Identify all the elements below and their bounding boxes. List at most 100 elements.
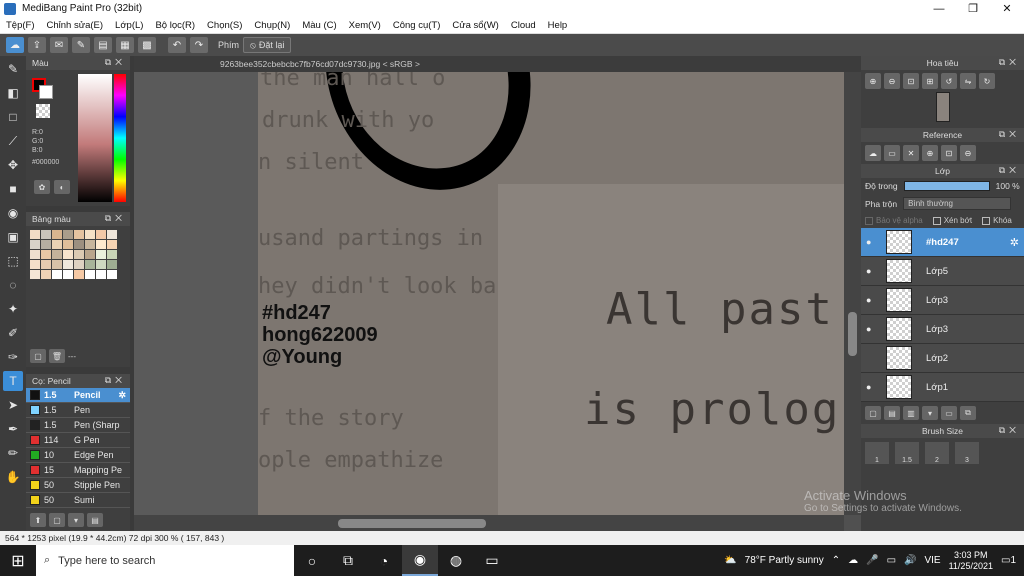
layer-row[interactable]: ● #hd247 ✲ [861,228,1024,257]
color-swatch[interactable] [107,240,117,249]
transparent-color[interactable] [36,104,50,118]
eyedropper-tool-icon[interactable]: ✒ [3,419,23,439]
layer-row[interactable]: ● Lớp3 [861,315,1024,344]
new-layer-icon[interactable]: ▢ [865,406,881,420]
brush-menu-icon[interactable]: ▾ [68,513,84,527]
bucket-tool-icon[interactable]: ◉ [3,203,23,223]
panel-controls[interactable]: ⧉✕ [999,57,1020,68]
magic-wand-tool-icon[interactable]: ✦ [3,299,23,319]
panel-controls[interactable]: ⧉✕ [999,425,1020,436]
color-swatch[interactable] [41,230,51,239]
menu-cloud[interactable]: Cloud [505,20,542,31]
color-picker-icon[interactable]: ◐ [54,180,70,194]
color-swatch[interactable] [74,260,84,269]
move-tool-icon[interactable]: ✥ [3,155,23,175]
hue-slider[interactable] [114,74,126,202]
color-swatch[interactable] [74,250,84,259]
taskbar-search[interactable]: ⌕ Type here to search [36,545,294,576]
edge-browser-icon[interactable]: ◔ [366,545,402,576]
lasso-tool-icon[interactable]: ◌ [3,275,23,295]
visibility-icon[interactable]: ● [866,382,876,392]
operation-tool-icon[interactable]: ➤ [3,395,23,415]
select-rect-tool-icon[interactable]: ⬚ [3,251,23,271]
color-swatch[interactable] [85,230,95,239]
clipping-checkbox[interactable]: Xén bớt [932,216,972,225]
redo-icon[interactable]: ↷ [190,37,208,53]
color-swatch[interactable] [107,270,117,279]
color-swatch[interactable] [85,250,95,259]
blend-mode-select[interactable]: Bình thường [903,197,1012,210]
brush-tool-icon[interactable]: ✎ [3,59,23,79]
panel-controls[interactable]: ⧉✕ [105,57,126,68]
network-icon[interactable]: ▭ [887,555,896,566]
brush-item[interactable]: 114 G Pen [26,433,130,448]
language-indicator[interactable]: VIE [924,555,940,566]
visibility-icon[interactable]: ● [866,324,876,334]
layer-row[interactable]: Lớp2 [861,344,1024,373]
fit-icon[interactable]: ⊡ [903,73,919,89]
protect-alpha-checkbox[interactable]: Bảo vệ alpha [865,216,923,225]
brush-settings-icon[interactable]: ▤ [87,513,103,527]
hand-tool-icon[interactable]: ✋ [3,467,23,487]
layer-row[interactable]: ● Lớp3 [861,286,1024,315]
color-swatch[interactable] [30,230,40,239]
duplicate-layer-icon[interactable]: ⧉ [960,406,976,420]
brush-size-preset[interactable]: 1.5 [895,442,919,464]
color-swatch[interactable] [30,270,40,279]
color-swatch[interactable] [96,240,106,249]
color-swatch[interactable] [41,240,51,249]
new-halftone-layer-icon[interactable]: ▤ [884,406,900,420]
color-swatch[interactable] [74,270,84,279]
pen-tool-icon[interactable]: ✏ [3,443,23,463]
maximize-button[interactable]: ❐ [956,0,990,17]
new-1bit-layer-icon[interactable]: ▥ [903,406,919,420]
weather-icon[interactable]: ⛅ [724,555,736,566]
menu-window[interactable]: Cửa sổ(W) [446,20,504,31]
rotate-left-icon[interactable]: ↺ [941,73,957,89]
ref-fit-icon[interactable]: ⊡ [941,145,957,161]
navigator-thumbnail[interactable] [935,92,950,122]
canvas-viewport[interactable]: the man hall o drunk with yo n silent us… [134,72,844,515]
panel-controls[interactable]: ⧉✕ [105,375,126,386]
weather-text[interactable]: 78°F Partly sunny [745,555,824,566]
visibility-icon[interactable]: ● [866,266,876,276]
cloud-tray-icon[interactable]: ☁ [848,555,858,566]
undo-icon[interactable]: ↶ [168,37,186,53]
zoom-in-icon[interactable]: ⊕ [865,73,881,89]
color-swatch[interactable] [85,260,95,269]
menu-layer[interactable]: Lớp(L) [109,20,149,31]
new-brush-icon[interactable]: ▢ [49,513,65,527]
layer-row[interactable]: ● Lớp5 [861,257,1024,286]
flip-icon[interactable]: ⇋ [960,73,976,89]
color-swatch[interactable] [30,250,40,259]
reset-button[interactable]: ⦸ Đặt lại [243,37,292,53]
actual-size-icon[interactable]: ⊞ [922,73,938,89]
color-swatch[interactable] [63,240,73,249]
color-swatch[interactable] [96,260,106,269]
ref-zoom-out-icon[interactable]: ⊖ [960,145,976,161]
clock[interactable]: 3:03 PM 11/25/2021 [949,550,993,572]
fill-rect-tool-icon[interactable]: ■ [3,179,23,199]
shape-tool-icon[interactable]: □ [3,107,23,127]
share-icon[interactable]: ⇪ [28,37,46,53]
close-ref-icon[interactable]: ✕ [903,145,919,161]
menu-snap[interactable]: Chụp(N) [248,20,296,31]
color-swatch[interactable] [63,230,73,239]
gear-icon[interactable]: ✲ [118,390,126,401]
menu-tools[interactable]: Công cụ(T) [387,20,447,31]
eraser-tool-icon[interactable]: ◧ [3,83,23,103]
panel-controls[interactable]: ⧉✕ [999,165,1020,176]
grid-icon[interactable]: ▦ [116,37,134,53]
cloud-icon[interactable]: ☁ [6,37,24,53]
add-brush-icon[interactable]: ⬆ [30,513,46,527]
add-layer-menu-icon[interactable]: ▾ [922,406,938,420]
page-icon[interactable]: ▤ [94,37,112,53]
layer-row[interactable]: ● Lớp1 [861,373,1024,402]
tray-chevron-icon[interactable]: ⌃ [832,555,840,566]
zoom-out-icon[interactable]: ⊖ [884,73,900,89]
comment-icon[interactable]: ✉ [50,37,68,53]
panel-controls[interactable]: ⧉✕ [999,129,1020,140]
task-view-icon[interactable]: ⧉ [330,545,366,576]
mic-icon[interactable]: 🎤 [866,555,878,566]
brush-size-preset[interactable]: 3 [955,442,979,464]
